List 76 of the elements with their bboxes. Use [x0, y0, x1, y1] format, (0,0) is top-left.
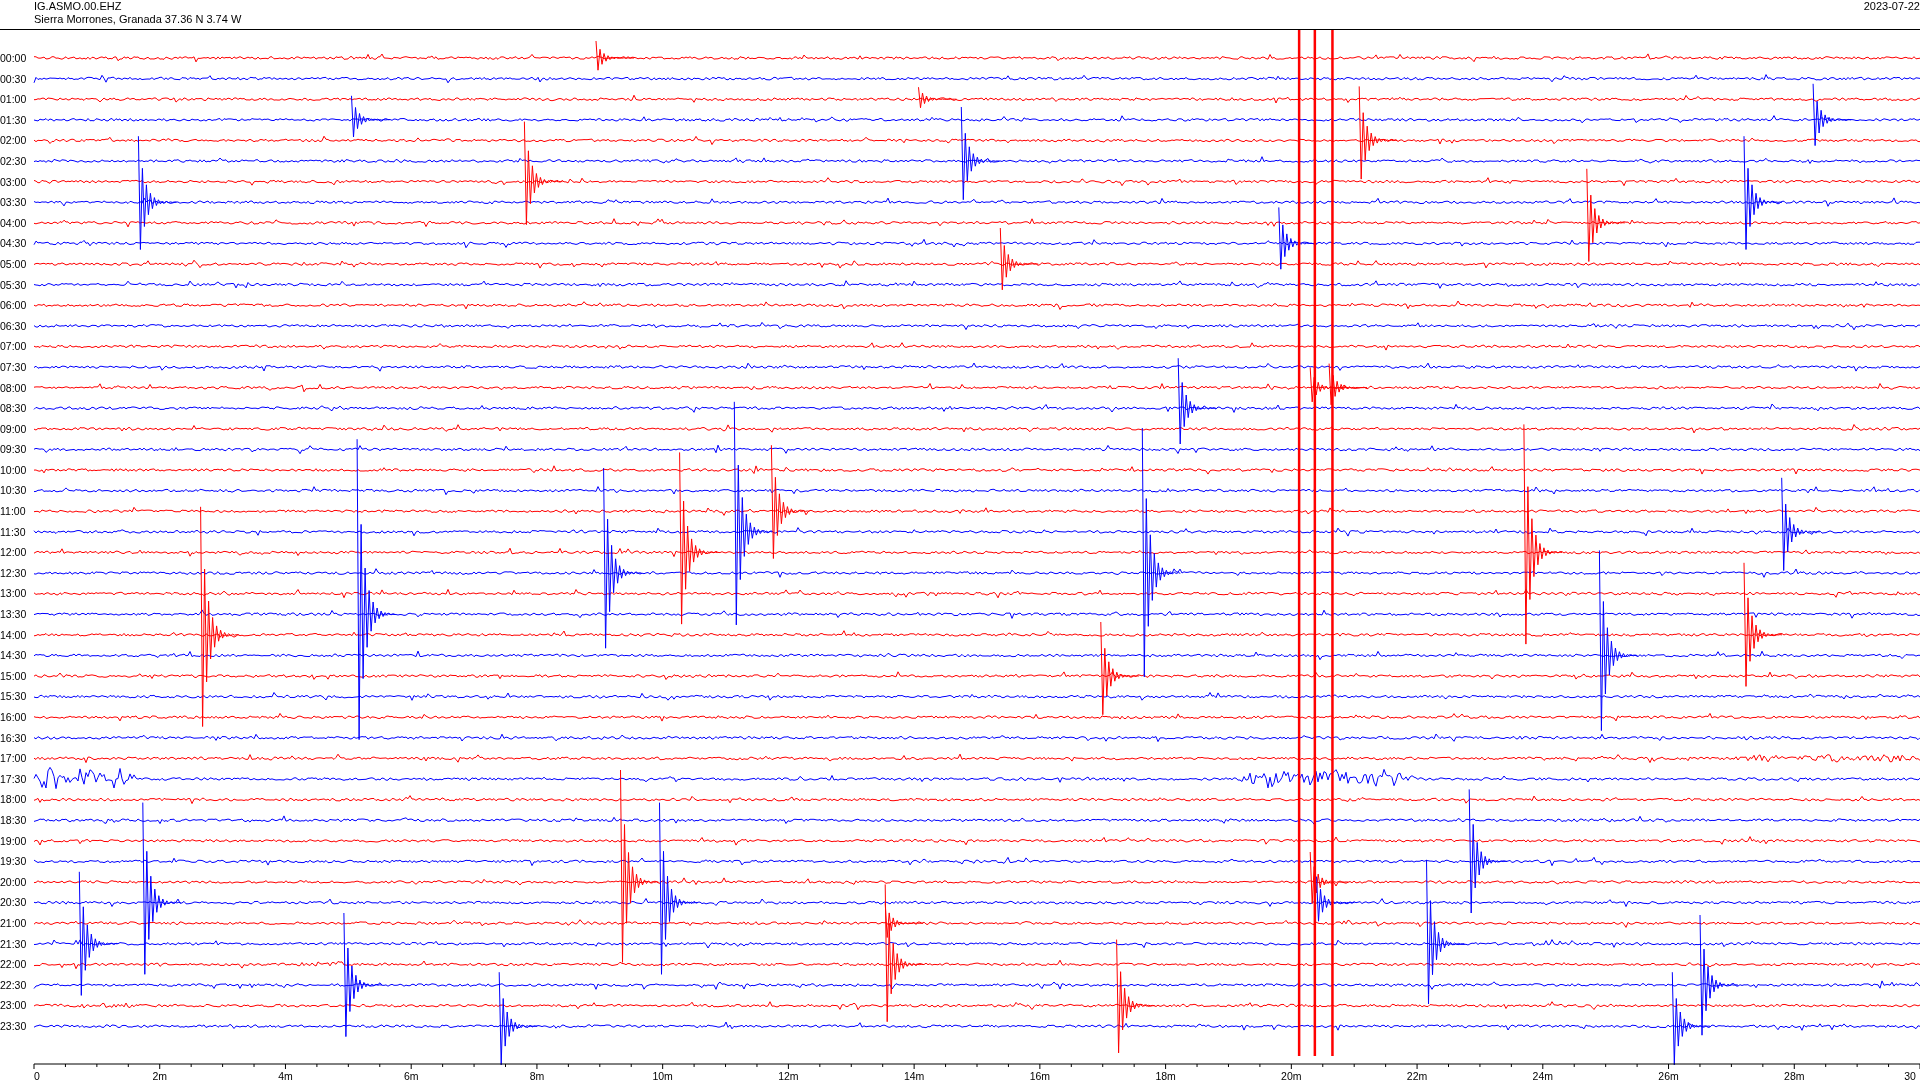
seismic-event-spike: [351, 95, 390, 138]
seismic-event-spike: [1812, 83, 1852, 147]
row-time-label: 04:30: [0, 236, 28, 252]
row-time-label: 14:00: [0, 627, 28, 643]
row-time-label: 16:00: [0, 710, 28, 725]
seismic-event-spike: [1328, 363, 1368, 406]
axis-label: 6m: [403, 1070, 419, 1080]
row-time-label: 18:00: [0, 792, 28, 808]
row-time-label: 21:30: [0, 936, 28, 952]
row-time-label: 17:30: [0, 771, 28, 787]
row-time-label: 06:30: [0, 318, 28, 334]
row-time-label: 09:00: [0, 421, 28, 437]
row-time-label: 04:00: [0, 215, 28, 231]
axis-label: 0: [34, 1070, 40, 1080]
row-time-label: 10:30: [0, 483, 28, 499]
row-time-label: 00:30: [0, 71, 28, 87]
row-time-label: 06:00: [0, 298, 28, 314]
row-time-label: 23:30: [0, 1018, 28, 1034]
row-time-label: 13:00: [0, 586, 28, 602]
row-time-label: 09:30: [0, 442, 28, 458]
row-time-label: 21:00: [0, 915, 28, 931]
row-time-label: 18:30: [0, 812, 28, 828]
row-time-label: 20:30: [0, 895, 28, 911]
row-time-label: 02:30: [0, 153, 28, 169]
row-time-label: 15:30: [0, 689, 28, 705]
axis-label: 22m: [1406, 1070, 1428, 1080]
axis-label: 20m: [1281, 1070, 1302, 1080]
axis-label: 10m: [652, 1070, 673, 1080]
row-time-label: 11:30: [0, 524, 27, 540]
seismic-event-spike: [1309, 851, 1349, 904]
row-time-label: 05:30: [0, 277, 28, 293]
row-time-label: 02:00: [0, 133, 28, 149]
row-time-label: 05:00: [0, 256, 28, 272]
row-time-label: 22:00: [0, 957, 28, 973]
axis-label: 8m: [529, 1070, 545, 1080]
row-time-label: 10:00: [0, 462, 28, 478]
row-time-label: 19:30: [0, 854, 28, 870]
axis-label: 2m: [152, 1070, 168, 1080]
record-date: 2023-07-22: [1863, 0, 1920, 14]
axis-label: 28m: [1784, 1070, 1805, 1080]
row-time-label: 12:00: [0, 545, 28, 561]
row-time-label: 03:00: [0, 174, 28, 190]
station-code: IG.ASMO.00.EHZ: [34, 0, 123, 13]
row-time-label: 15:00: [0, 668, 28, 684]
row-time-label: 12:30: [0, 565, 28, 581]
row-time-label: 13:30: [0, 607, 28, 623]
row-time-label: 16:30: [0, 730, 28, 746]
row-time-label: 22:30: [0, 977, 28, 993]
row-time-label: 08:00: [0, 380, 28, 396]
row-time-label: 08:30: [0, 401, 28, 417]
row-time-label: 19:00: [0, 833, 28, 849]
axis-label: 16m: [1029, 1070, 1051, 1080]
row-time-label: 17:00: [0, 751, 28, 767]
axis-label: 12m: [778, 1070, 799, 1080]
row-time-label: 20:00: [0, 874, 28, 890]
row-time-label: 01:00: [0, 92, 28, 108]
row-time-label: 03:30: [0, 195, 28, 211]
axis-label: 30: [1904, 1070, 1916, 1080]
row-time-label: 23:00: [0, 998, 28, 1014]
axis-label: 4m: [278, 1070, 293, 1080]
station-location: Sierra Morrones, Granada 37.36 N 3.74 W: [34, 13, 242, 26]
row-time-label: 11:00: [0, 504, 27, 520]
axis-label: 14m: [903, 1070, 925, 1080]
seismic-event-spike: [999, 227, 1039, 291]
row-time-label: 07:00: [0, 339, 28, 355]
axis-label: 18m: [1155, 1070, 1176, 1080]
seismic-event-spike: [1316, 876, 1355, 922]
seismic-event-spike: [1278, 206, 1318, 270]
row-time-label: 00:00: [0, 51, 28, 66]
axis-label: 26m: [1658, 1070, 1679, 1080]
seismic-event-spike: [918, 86, 957, 109]
seismic-event-spike: [595, 40, 635, 71]
row-time-label: 07:30: [0, 359, 28, 375]
row-time-label: 01:30: [0, 112, 28, 128]
row-time-label: 14:30: [0, 648, 28, 664]
axis-label: 24m: [1532, 1070, 1553, 1080]
